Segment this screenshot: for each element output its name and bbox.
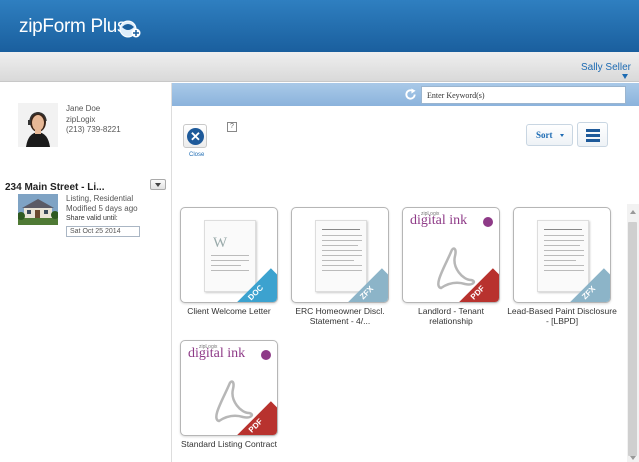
form-document-icon xyxy=(537,220,589,292)
document-name[interactable]: Lead-Based Paint Disclosure - [LBPD] xyxy=(507,306,617,326)
document-card-landlord-tenant[interactable]: zipLogix digital ink PDF xyxy=(402,207,500,303)
app-logo-text: zipForm Plus xyxy=(19,16,127,38)
document-card-client-welcome-letter[interactable]: W DOC xyxy=(180,207,278,303)
listing-collapse-button[interactable] xyxy=(150,179,166,190)
share-date-field[interactable]: Sat Oct 25 2014 xyxy=(66,226,140,237)
sort-label: Sort xyxy=(536,130,553,140)
hamburger-icon xyxy=(586,129,600,132)
user-bar: Sally Seller xyxy=(0,52,639,82)
listing-modified: Modified 5 days ago xyxy=(66,204,138,213)
document-name[interactable]: Standard Listing Contract xyxy=(174,439,284,449)
user-menu[interactable]: Sally Seller xyxy=(581,62,631,73)
agent-name: Jane Doe xyxy=(66,104,101,113)
close-icon: ✕ xyxy=(187,128,204,145)
close-button[interactable]: ✕ xyxy=(183,124,207,148)
sort-dropdown[interactable]: Sort xyxy=(526,124,573,146)
agent-avatar xyxy=(18,103,58,147)
user-menu-caret-icon[interactable] xyxy=(622,74,628,79)
scrollbar-thumb[interactable] xyxy=(628,222,637,456)
digital-ink-logo: digital ink xyxy=(188,346,246,361)
acrobat-pdf-icon xyxy=(437,247,476,290)
digital-ink-icon xyxy=(261,350,271,360)
agent-info: Jane Doe zipLogix (213) 739-8221 xyxy=(66,104,121,136)
refresh-icon[interactable] xyxy=(404,88,417,101)
search-bar xyxy=(172,83,639,106)
help-icon[interactable]: ? xyxy=(227,122,237,132)
keyword-search-input[interactable] xyxy=(421,86,626,104)
house-thumbnail xyxy=(18,194,58,225)
document-name[interactable]: Landlord - Tenant relationship xyxy=(396,306,506,326)
sort-caret-icon xyxy=(560,134,564,137)
close-button-label[interactable]: Close xyxy=(189,152,204,158)
digital-ink-logo: digital ink xyxy=(410,213,468,228)
word-document-icon: W xyxy=(204,220,256,292)
app-title-main: zipForm xyxy=(19,16,86,37)
listing-details: Listing, Residential Modified 5 days ago… xyxy=(66,194,140,237)
listing-type: Listing, Residential xyxy=(66,194,134,203)
share-valid-label: Share valid until: xyxy=(66,215,118,222)
acrobat-pdf-icon xyxy=(215,380,254,423)
sidebar: Jane Doe zipLogix (213) 739-8221 234 Mai… xyxy=(0,83,172,462)
document-card-standard-listing-contract[interactable]: zipLogix digital ink PDF xyxy=(180,340,278,436)
app-header: zipForm Plus xyxy=(0,0,639,52)
list-view-menu-button[interactable] xyxy=(577,122,608,147)
globe-logo-icon xyxy=(119,20,141,38)
document-name[interactable]: Client Welcome Letter xyxy=(174,306,284,316)
digital-ink-icon xyxy=(483,217,493,227)
listing-title: 234 Main Street - Li... xyxy=(5,182,105,193)
agent-phone: (213) 739-8221 xyxy=(66,125,121,134)
document-card-erc-homeowner[interactable]: ZFX xyxy=(291,207,389,303)
scroll-down-arrow-icon[interactable] xyxy=(630,456,636,460)
agent-company: zipLogix xyxy=(66,114,96,124)
document-name[interactable]: ERC Homeowner Discl. Statement - 4/... xyxy=(285,306,395,326)
scroll-up-arrow-icon[interactable] xyxy=(630,210,636,214)
document-card-lead-based-paint[interactable]: ZFX xyxy=(513,207,611,303)
form-document-icon xyxy=(315,220,367,292)
